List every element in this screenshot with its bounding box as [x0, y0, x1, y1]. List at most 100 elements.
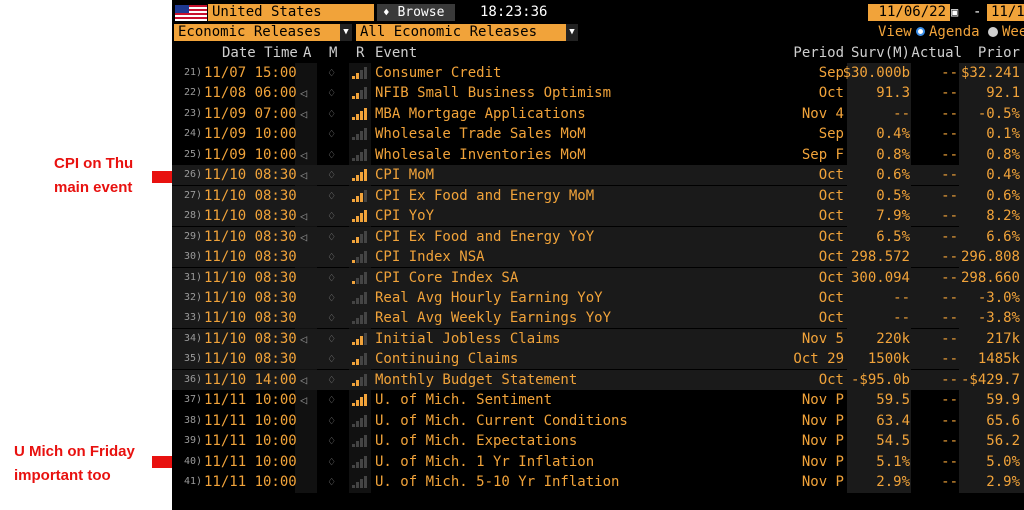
- bell-icon[interactable]: ♢: [328, 206, 335, 226]
- week-label[interactable]: Wee: [1002, 24, 1024, 41]
- speaker-icon[interactable]: ◁: [300, 83, 307, 103]
- speaker-icon[interactable]: ◁: [300, 206, 307, 226]
- bell-icon[interactable]: ♢: [328, 329, 335, 349]
- speaker-icon[interactable]: ◁: [300, 104, 307, 124]
- col-event[interactable]: Event: [375, 43, 417, 63]
- browse-button[interactable]: ♦ Browse: [377, 4, 455, 21]
- bell-icon[interactable]: ♢: [328, 390, 335, 410]
- event-name[interactable]: Monthly Budget Statement: [375, 370, 577, 390]
- chevron-down-icon[interactable]: ▼: [340, 24, 352, 41]
- table-row[interactable]: 32) 11/10 08:30 ♢ Real Avg Hourly Earning Y…: [172, 287, 1024, 308]
- event-name[interactable]: CPI Index NSA: [375, 247, 485, 267]
- bell-icon[interactable]: ♢: [328, 83, 335, 103]
- speaker-icon[interactable]: ◁: [300, 165, 307, 185]
- table-row[interactable]: 41) 11/11 10:00 ♢ U. of Mich. 5-10 Yr Infla…: [172, 472, 1024, 492]
- event-name[interactable]: U. of Mich. 5-10 Yr Inflation: [375, 472, 619, 492]
- speaker-icon[interactable]: ◁: [300, 145, 307, 165]
- relevance-icon: [352, 332, 368, 345]
- bell-icon[interactable]: ♢: [328, 247, 335, 267]
- table-row[interactable]: 21) 11/07 15:00 ♢ Consumer Credit Sep $30.000…: [172, 63, 1024, 83]
- event-name[interactable]: Wholesale Inventories MoM: [375, 145, 586, 165]
- table-row[interactable]: 31) 11/10 08:30 ♢ CPI Core Index SA Oct 300.0…: [172, 267, 1024, 288]
- speaker-icon[interactable]: ◁: [300, 370, 307, 390]
- event-name[interactable]: Consumer Credit: [375, 63, 501, 83]
- col-monitor[interactable]: M: [329, 43, 337, 63]
- table-row[interactable]: 30) 11/10 08:30 ♢ CPI Index NSA Oct 298.572 --…: [172, 247, 1024, 268]
- table-row[interactable]: 27) 11/10 08:30 ♢ CPI Ex Food and Energy Mo…: [172, 185, 1024, 206]
- release-filter-dropdown[interactable]: All Economic Releases ▼: [356, 24, 578, 41]
- col-survey[interactable]: Surv(M): [851, 43, 910, 63]
- event-name[interactable]: MBA Mortgage Applications: [375, 104, 586, 124]
- bell-icon[interactable]: ♢: [328, 370, 335, 390]
- col-actual[interactable]: Actual: [911, 43, 962, 63]
- table-row[interactable]: 37) 11/11 10:00 ◁ ♢ U. of Mich. Sentiment Nov…: [172, 390, 1024, 410]
- table-row[interactable]: 26) 11/10 08:30 ◁ ♢ CPI MoM Oct 0.6% -- 0.4%: [172, 165, 1024, 186]
- bell-icon[interactable]: ♢: [328, 186, 335, 206]
- agenda-label[interactable]: Agenda: [929, 24, 980, 41]
- table-row[interactable]: 38) 11/11 10:00 ♢ U. of Mich. Current Condi…: [172, 411, 1024, 431]
- week-radio[interactable]: [988, 27, 998, 37]
- table-row[interactable]: 25) 11/09 10:00 ◁ ♢ Wholesale Inventories Mo…: [172, 145, 1024, 165]
- speaker-icon[interactable]: ◁: [300, 390, 307, 410]
- table-row[interactable]: 34) 11/10 08:30 ◁ ♢ Initial Jobless Claims No…: [172, 328, 1024, 349]
- table-row[interactable]: 28) 11/10 08:30 ◁ ♢ CPI YoY Oct 7.9% -- 8.2%: [172, 206, 1024, 227]
- col-period[interactable]: Period: [793, 43, 844, 63]
- table-row[interactable]: 23) 11/09 07:00 ◁ ♢ MBA Mortgage Application…: [172, 104, 1024, 124]
- table-row[interactable]: 24) 11/09 10:00 ♢ Wholesale Trade Sales MoM…: [172, 124, 1024, 144]
- event-name[interactable]: CPI Core Index SA: [375, 268, 518, 288]
- bell-icon[interactable]: ♢: [328, 431, 335, 451]
- table-row[interactable]: 39) 11/11 10:00 ♢ U. of Mich. Expectations N…: [172, 431, 1024, 451]
- event-name[interactable]: Initial Jobless Claims: [375, 329, 560, 349]
- table-row[interactable]: 29) 11/10 08:30 ◁ ♢ CPI Ex Food and Energy Y…: [172, 226, 1024, 247]
- start-date-field[interactable]: 11/06/22: [868, 4, 950, 21]
- end-date-field[interactable]: 11/1: [987, 4, 1024, 21]
- bell-icon[interactable]: ♢: [328, 165, 335, 185]
- bell-icon[interactable]: ♢: [328, 145, 335, 165]
- event-name[interactable]: CPI MoM: [375, 165, 434, 185]
- country-selector[interactable]: United States: [208, 4, 374, 21]
- bell-icon[interactable]: ♢: [328, 227, 335, 247]
- event-name[interactable]: U. of Mich. Sentiment: [375, 390, 552, 410]
- bell-icon[interactable]: ♢: [328, 411, 335, 431]
- event-name[interactable]: U. of Mich. Current Conditions: [375, 411, 628, 431]
- bell-icon[interactable]: ♢: [328, 308, 335, 328]
- bell-icon[interactable]: ♢: [328, 452, 335, 472]
- bell-icon[interactable]: ♢: [328, 63, 335, 83]
- event-name[interactable]: NFIB Small Business Optimism: [375, 83, 611, 103]
- speaker-icon[interactable]: ◁: [300, 329, 307, 349]
- table-row[interactable]: 36) 11/10 14:00 ◁ ♢ Monthly Budget Statement…: [172, 369, 1024, 390]
- agenda-radio[interactable]: [916, 27, 925, 36]
- col-alert[interactable]: A: [303, 43, 311, 63]
- event-name[interactable]: Real Avg Weekly Earnings YoY: [375, 308, 611, 328]
- speaker-icon[interactable]: ◁: [300, 227, 307, 247]
- row-prior: 2.9%: [986, 474, 1020, 490]
- table-row[interactable]: 22) 11/08 06:00 ◁ ♢ NFIB Small Business Opti…: [172, 83, 1024, 103]
- event-name[interactable]: Continuing Claims: [375, 349, 518, 369]
- col-datetime[interactable]: Date Time: [222, 43, 298, 63]
- table-row[interactable]: 40) 11/11 10:00 ♢ U. of Mich. 1 Yr Inflatio…: [172, 452, 1024, 472]
- event-name[interactable]: CPI Ex Food and Energy YoY: [375, 227, 594, 247]
- bell-icon[interactable]: ♢: [328, 472, 335, 492]
- row-actual: --: [941, 330, 958, 347]
- bell-icon[interactable]: ♢: [328, 288, 335, 308]
- table-row[interactable]: 35) 11/10 08:30 ♢ Continuing Claims Oct 29 15…: [172, 349, 1024, 370]
- release-type-dropdown[interactable]: Economic Releases ▼: [174, 24, 352, 41]
- relevance-icon: [352, 291, 368, 304]
- calendar-icon[interactable]: ▣: [951, 5, 963, 19]
- chevron-down-icon[interactable]: ▼: [566, 24, 578, 41]
- bell-icon[interactable]: ♢: [328, 104, 335, 124]
- bell-icon[interactable]: ♢: [328, 268, 335, 288]
- event-name[interactable]: U. of Mich. 1 Yr Inflation: [375, 452, 594, 472]
- col-prior[interactable]: Prior: [978, 43, 1020, 63]
- event-name[interactable]: U. of Mich. Expectations: [375, 431, 577, 451]
- event-name[interactable]: CPI Ex Food and Energy MoM: [375, 186, 594, 206]
- table-row[interactable]: 33) 11/10 08:30 ♢ Real Avg Weekly Earnings …: [172, 308, 1024, 329]
- col-relevance[interactable]: R: [356, 43, 364, 63]
- relevance-icon: [352, 87, 368, 100]
- bell-icon[interactable]: ♢: [328, 349, 335, 369]
- bell-icon[interactable]: ♢: [328, 124, 335, 144]
- event-name[interactable]: Wholesale Trade Sales MoM: [375, 124, 586, 144]
- row-number: 33): [183, 312, 202, 324]
- event-name[interactable]: CPI YoY: [375, 206, 434, 226]
- event-name[interactable]: Real Avg Hourly Earning YoY: [375, 288, 603, 308]
